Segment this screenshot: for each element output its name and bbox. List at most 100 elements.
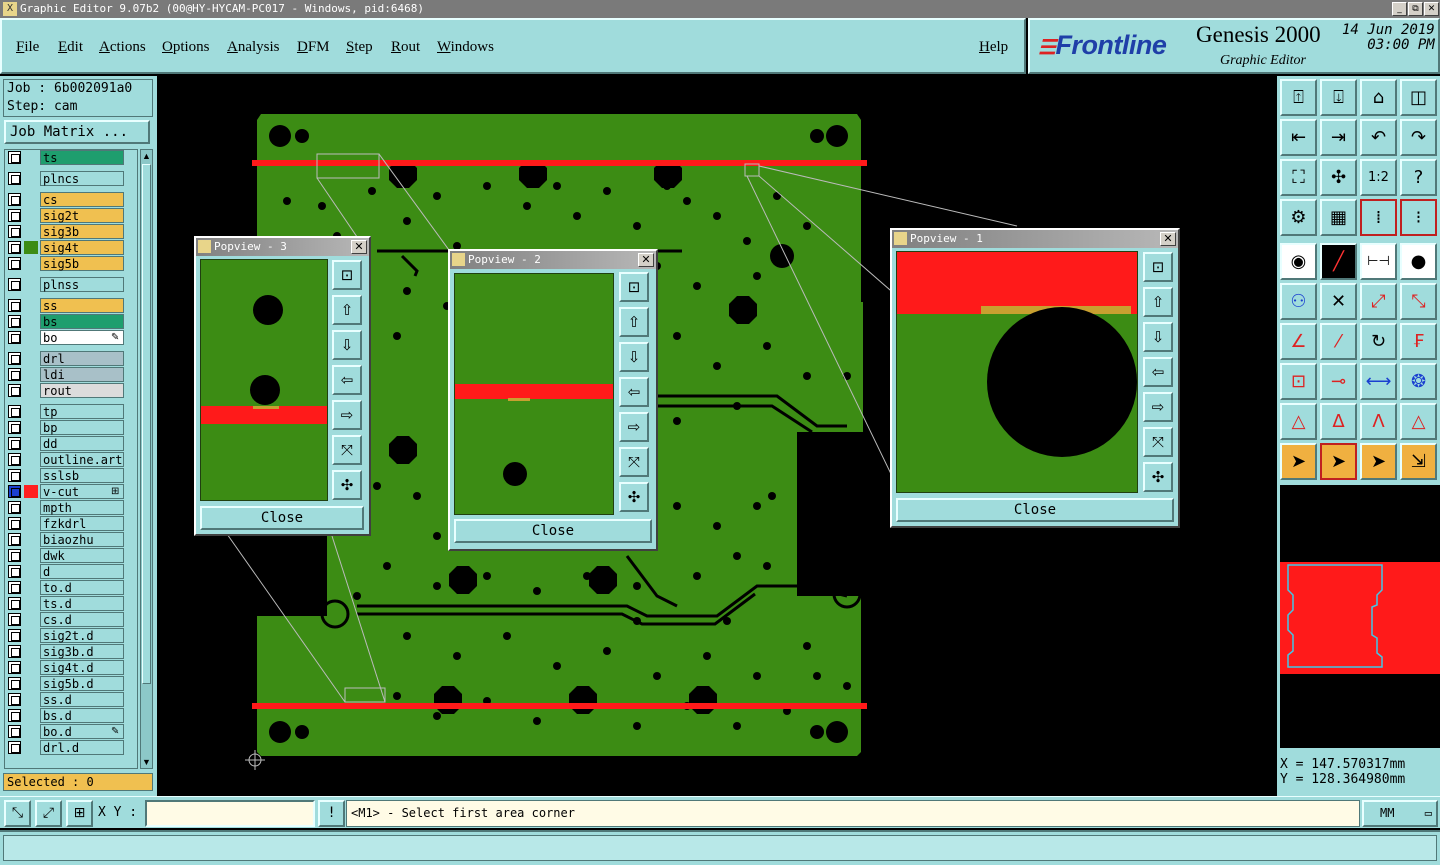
layer-row-sig2t.d[interactable]: sig2t.d: [5, 628, 137, 644]
layer-color-marker[interactable]: [24, 613, 38, 626]
settings-icon[interactable]: ⚙: [1280, 199, 1317, 236]
layer-checkbox[interactable]: [8, 677, 21, 690]
zoom-out-icon[interactable]: ✣: [1143, 462, 1173, 492]
layer-row-bs.d[interactable]: bs.d: [5, 708, 137, 724]
scale-1-2-icon[interactable]: 1:2: [1360, 159, 1397, 196]
layer-checkbox[interactable]: [8, 501, 21, 514]
text-icon[interactable]: ₣: [1400, 323, 1437, 360]
layer-row-dd[interactable]: dd: [5, 436, 137, 452]
layer-color-marker[interactable]: [24, 693, 38, 706]
graphic-canvas[interactable]: Popview - 3 ✕ ⊡ ⇧ ⇩ ⇦ ⇨ ⤧ ✣ Close Popvie…: [157, 76, 1277, 796]
select-feature-icon[interactable]: ●: [1400, 243, 1437, 280]
layer-color-marker[interactable]: [24, 549, 38, 562]
popview-3-close-x-icon[interactable]: ✕: [351, 240, 367, 254]
layer-checkbox[interactable]: [8, 193, 21, 206]
layer-color-marker[interactable]: [24, 405, 38, 418]
layer-checkbox[interactable]: [8, 209, 21, 222]
menu-windows[interactable]: Windows: [437, 39, 494, 56]
pointer-icon[interactable]: ➤: [1280, 443, 1317, 480]
layer-row-sig5b[interactable]: sig5b: [5, 256, 137, 272]
layer-color-marker[interactable]: [24, 315, 38, 328]
layer-row-v-cut[interactable]: v-cut ⊞: [5, 484, 137, 500]
layer-row-tp[interactable]: tp: [5, 404, 137, 420]
layer-name[interactable]: sig2t.d: [40, 628, 124, 643]
layer-name[interactable]: d: [40, 564, 124, 579]
menu-actions[interactable]: Actions: [99, 39, 146, 56]
arrow-up-icon[interactable]: ⇧: [332, 295, 362, 325]
layer-checkbox[interactable]: [8, 257, 21, 270]
layer-color-marker[interactable]: [24, 299, 38, 312]
popview-2-close-button[interactable]: Close: [454, 519, 652, 543]
home-icon[interactable]: ⌂: [1360, 79, 1397, 116]
load-down-icon[interactable]: ⍗: [1320, 79, 1357, 116]
layer-name[interactable]: drl.d: [40, 740, 124, 755]
layer-checkbox[interactable]: [8, 278, 21, 291]
layer-color-marker[interactable]: [24, 533, 38, 546]
arc-icon[interactable]: ↻: [1360, 323, 1397, 360]
redo-icon[interactable]: ↷: [1400, 119, 1437, 156]
menu-options[interactable]: Options: [162, 39, 210, 56]
layer-row-sig3b.d[interactable]: sig3b.d: [5, 644, 137, 660]
layer-row-biaozhu[interactable]: biaozhu: [5, 532, 137, 548]
move-left-icon[interactable]: ⇤: [1280, 119, 1317, 156]
layer-row-plncs[interactable]: plncs: [5, 171, 137, 187]
triangle-a-icon[interactable]: Δ: [1320, 403, 1357, 440]
layer-color-marker[interactable]: [24, 368, 38, 381]
layer-color-marker[interactable]: [24, 725, 38, 738]
popview-3-viewport[interactable]: [200, 259, 328, 501]
layer-checkbox[interactable]: [8, 437, 21, 450]
layer-row-drl.d[interactable]: drl.d: [5, 740, 137, 756]
layer-color-marker[interactable]: [24, 437, 38, 450]
layer-color-marker[interactable]: [24, 257, 38, 270]
layer-checkbox[interactable]: [8, 368, 21, 381]
layer-color-marker[interactable]: [24, 241, 38, 254]
zoom-fit-icon[interactable]: ⊡: [619, 272, 649, 302]
layer-row-d[interactable]: d: [5, 564, 137, 580]
scroll-up-icon[interactable]: ▲: [141, 150, 152, 162]
zoom-center-icon[interactable]: ✣: [1320, 159, 1357, 196]
layer-row-ts[interactable]: ts: [5, 150, 137, 166]
popview-2-window[interactable]: Popview - 2 ✕ ⊡ ⇧ ⇩ ⇦ ⇨ ⤧ ✣ Close: [448, 249, 658, 551]
popview-1-titlebar[interactable]: Popview - 1 ✕: [892, 230, 1178, 248]
popview-1-close-button[interactable]: Close: [896, 498, 1174, 522]
restore-button[interactable]: ⧉: [1408, 2, 1423, 16]
popview-1-window[interactable]: Popview - 1 ✕ ⊡ ⇧ ⇩ ⇦ ⇨ ⤧ ✣ Close: [890, 228, 1180, 528]
layer-row-cs.d[interactable]: cs.d: [5, 612, 137, 628]
layer-checkbox[interactable]: [8, 352, 21, 365]
layer-color-marker[interactable]: [24, 421, 38, 434]
layer-checkbox[interactable]: [8, 225, 21, 238]
layer-name[interactable]: dwk: [40, 548, 124, 563]
select-pointer-icon[interactable]: ➤: [1320, 443, 1357, 480]
arrow-down-icon[interactable]: ⇩: [1143, 322, 1173, 352]
layer-checkbox[interactable]: [8, 151, 21, 164]
menu-edit[interactable]: Edit: [58, 39, 83, 56]
layer-checkbox[interactable]: [8, 299, 21, 312]
layer-color-marker[interactable]: [24, 384, 38, 397]
units-select[interactable]: MM ▭: [1362, 800, 1438, 827]
layer-row-ss.d[interactable]: ss.d: [5, 692, 137, 708]
slash-line-icon[interactable]: ⁄: [1320, 323, 1357, 360]
layer-name[interactable]: mpth: [40, 500, 124, 515]
select-area-icon[interactable]: ➤: [1360, 443, 1397, 480]
zoom-in-icon[interactable]: ⤧: [619, 447, 649, 477]
layer-checkbox[interactable]: [8, 741, 21, 754]
layer-name[interactable]: outline.art: [40, 452, 124, 467]
layer-name[interactable]: sig2t: [40, 208, 124, 223]
popview-2-close-x-icon[interactable]: ✕: [638, 253, 654, 267]
layer-color-marker[interactable]: [24, 661, 38, 674]
layer-checkbox[interactable]: [8, 453, 21, 466]
layer-color-marker[interactable]: [24, 193, 38, 206]
ruler-icon[interactable]: ⊢⊣: [1360, 243, 1397, 280]
layer-color-marker[interactable]: [24, 469, 38, 482]
layer-checkbox[interactable]: [8, 405, 21, 418]
layer-row-bo[interactable]: bo ✎: [5, 330, 137, 346]
layer-name[interactable]: plnss: [40, 277, 124, 292]
layer-row-drl[interactable]: drl: [5, 351, 137, 367]
layer-color-marker[interactable]: [24, 677, 38, 690]
layer-name[interactable]: bs: [40, 314, 124, 329]
layer-name[interactable]: sig4t.d: [40, 660, 124, 675]
layer-scrollbar[interactable]: ▲ ▼: [140, 149, 153, 769]
layer-row-plnss[interactable]: plnss: [5, 277, 137, 293]
arrow-up-icon[interactable]: ⇧: [1143, 287, 1173, 317]
layer-checkbox[interactable]: [8, 517, 21, 530]
